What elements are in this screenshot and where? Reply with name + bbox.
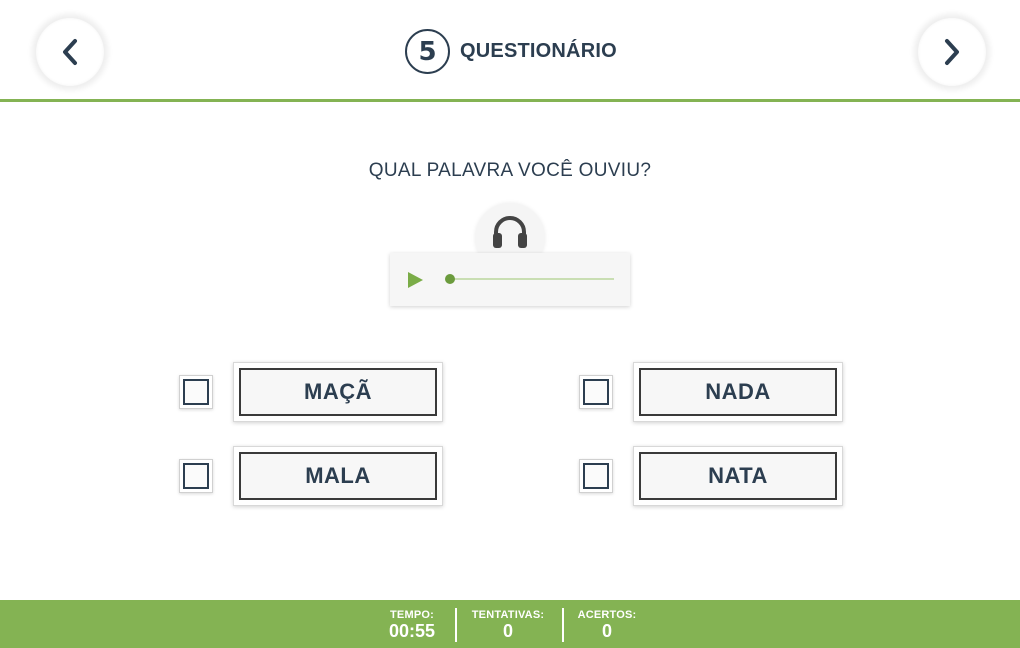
footer-divider	[455, 608, 457, 642]
option-label: MALA	[239, 452, 437, 500]
chevron-left-icon	[63, 39, 77, 65]
play-icon	[408, 272, 423, 288]
play-button[interactable]	[406, 271, 424, 294]
option-label: NATA	[639, 452, 837, 500]
headphones-icon	[493, 216, 527, 248]
chevron-right-icon	[945, 39, 959, 65]
time-stat: TEMPO: 00:55	[382, 600, 442, 648]
correct-value: 0	[601, 621, 612, 641]
correct-stat: ACERTOS: 0	[574, 600, 640, 648]
audio-progress-track[interactable]	[450, 278, 614, 280]
header-divider	[0, 99, 1020, 102]
option-checkbox-mala[interactable]	[179, 459, 213, 493]
status-footer: TEMPO: 00:55 TENTATIVAS: 0 ACERTOS: 0	[0, 600, 1020, 648]
attempts-label: TENTATIVAS:	[471, 609, 545, 621]
footer-divider	[562, 608, 564, 642]
question-text: QUAL PALAVRA VOCÊ OUVIU?	[368, 160, 652, 181]
option-button-nata[interactable]: NATA	[633, 446, 843, 506]
option-button-nada[interactable]: NADA	[633, 362, 843, 422]
option-checkbox-nada[interactable]	[579, 375, 613, 409]
option-button-mala[interactable]: MALA	[233, 446, 443, 506]
option-label: MAÇÃ	[239, 368, 437, 416]
next-button[interactable]	[918, 18, 986, 86]
time-value: 00:55	[388, 621, 436, 641]
attempts-value: 0	[502, 621, 513, 641]
page-title: QUESTIONÁRIO	[460, 40, 617, 62]
audio-player	[390, 253, 630, 306]
option-checkbox-nata[interactable]	[579, 459, 613, 493]
attempts-stat: TENTATIVAS: 0	[468, 600, 548, 648]
option-button-maca[interactable]: MAÇÃ	[233, 362, 443, 422]
time-label: TEMPO:	[390, 609, 434, 621]
previous-button[interactable]	[36, 18, 104, 86]
option-checkbox-maca[interactable]	[179, 375, 213, 409]
step-number-badge: 5	[405, 29, 450, 74]
audio-progress-handle[interactable]	[445, 274, 455, 284]
page-header: 5 QUESTIONÁRIO	[405, 29, 617, 74]
correct-label: ACERTOS:	[577, 609, 637, 621]
option-label: NADA	[639, 368, 837, 416]
